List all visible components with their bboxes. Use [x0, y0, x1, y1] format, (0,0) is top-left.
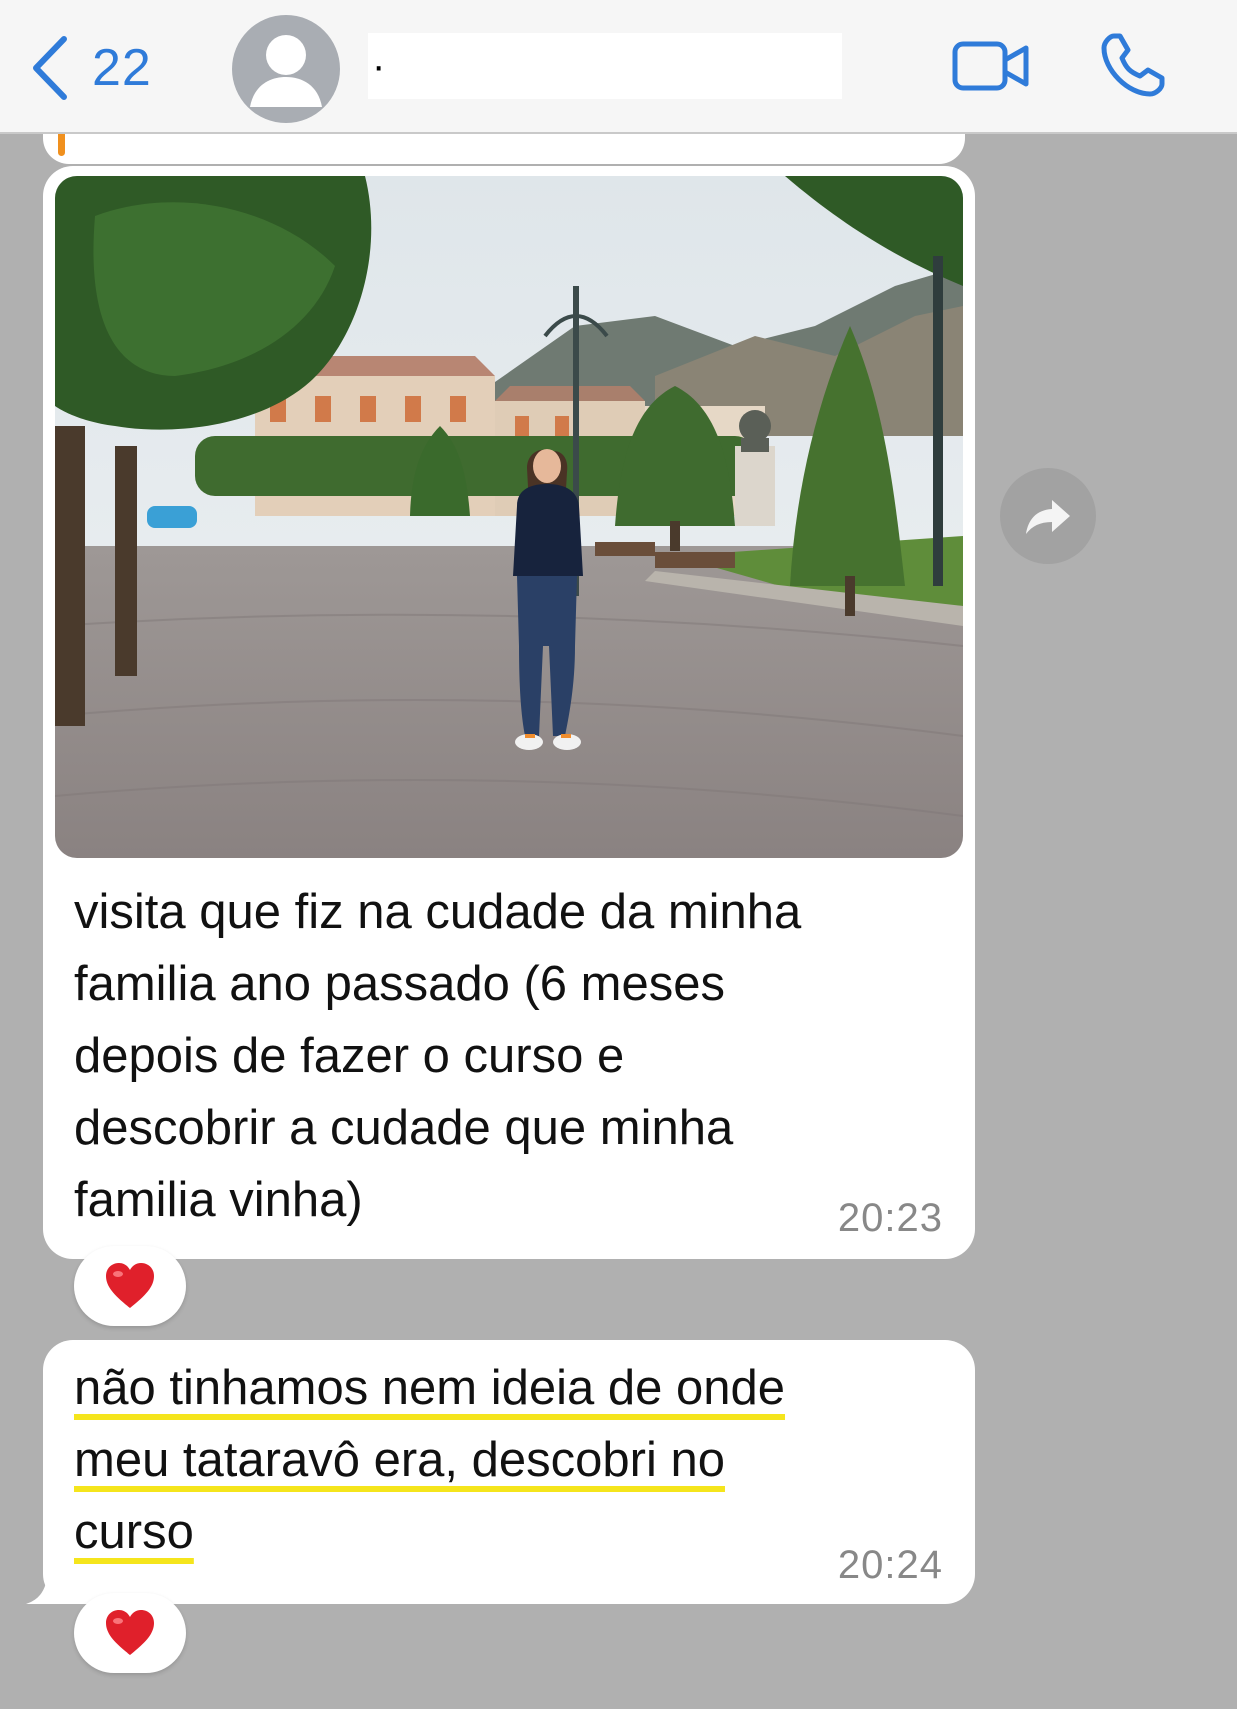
message-time: 20:24: [837, 1543, 943, 1587]
unread-count: 22: [92, 39, 152, 97]
message-bubble[interactable]: não tinhamos nem ideia de onde meu tatar…: [43, 1340, 975, 1604]
message-text: visita que fiz na cudade da minha famili…: [74, 885, 802, 1227]
contact-name[interactable]: ·: [368, 33, 842, 99]
quote-bar: [58, 134, 65, 156]
avatar[interactable]: [232, 15, 340, 123]
message-time: 20:23: [837, 1196, 943, 1240]
message-line: meu tataravô era, descobri no: [74, 1433, 725, 1487]
message-photo[interactable]: [55, 176, 963, 858]
person-avatar-icon: [250, 35, 322, 107]
heart-reaction[interactable]: [74, 1246, 186, 1326]
voice-call-button[interactable]: [1100, 32, 1166, 103]
heart-icon: [106, 1610, 154, 1655]
video-call-button[interactable]: [952, 38, 1030, 99]
message-text: não tinhamos nem ideia de onde meu tatar…: [74, 1352, 934, 1568]
back-button[interactable]: 22: [30, 28, 152, 108]
heart-icon: [106, 1263, 154, 1308]
phone-icon: [1101, 33, 1165, 97]
video-camera-icon: [952, 41, 1029, 91]
chat-header: 22 ·: [0, 0, 1237, 134]
forward-arrow-icon: [1026, 500, 1070, 534]
chevron-left-icon: [30, 35, 70, 101]
message-line: curso: [74, 1505, 194, 1559]
message-line: não tinhamos nem ideia de onde: [74, 1361, 786, 1415]
message-bubble[interactable]: visita que fiz na cudade da minha famili…: [43, 166, 975, 1259]
forward-button[interactable]: [1000, 468, 1096, 564]
previous-message-bubble: [43, 134, 965, 164]
heart-reaction[interactable]: [74, 1593, 186, 1673]
